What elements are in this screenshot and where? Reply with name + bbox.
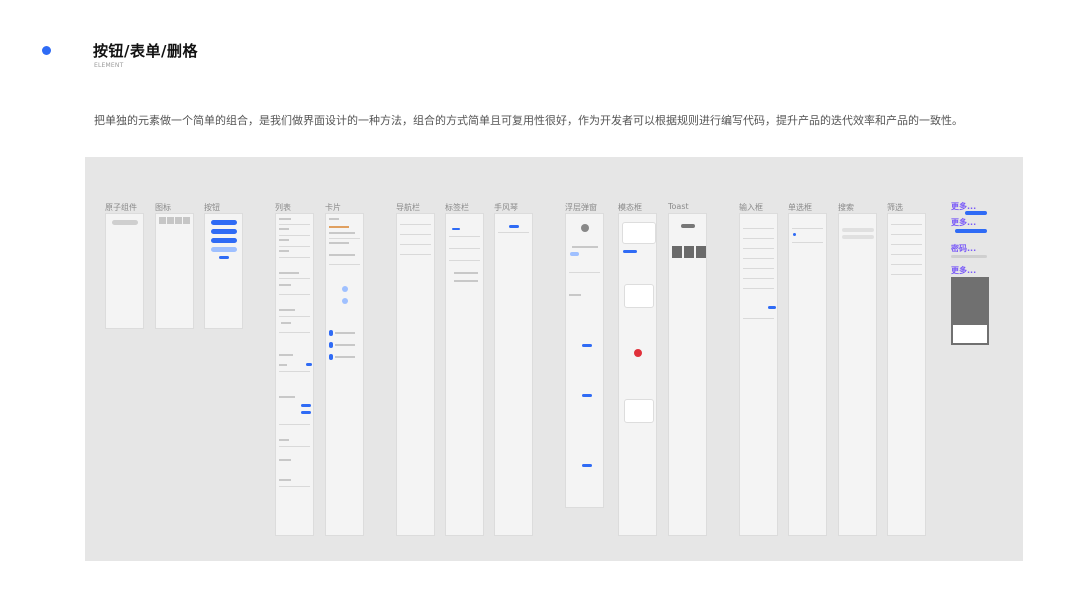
extra-password[interactable]: 密码...: [951, 243, 976, 254]
column-label-buttons: 按钮: [204, 203, 220, 212]
list-panel: [275, 213, 314, 536]
column-label-search: 搜索: [838, 203, 854, 212]
component-board: 原子组件 图标 按钮 列表 卡片 导航栏 标签栏 手风琴 浮层弹窗 模态框 To…: [85, 157, 1023, 561]
tabbar-panel: [445, 213, 484, 536]
modal-panel: [618, 213, 657, 536]
accent-dot: [42, 46, 51, 55]
column-label-input: 输入框: [739, 203, 763, 212]
search-panel: [838, 213, 877, 536]
navbar-panel: [396, 213, 435, 536]
column-label-cards: 卡片: [325, 203, 341, 212]
popover-panel: [565, 213, 604, 508]
radio-panel: [788, 213, 827, 536]
icons-panel: [155, 213, 194, 329]
page-title: 按钮/表单/删格: [93, 42, 198, 60]
column-label-popover: 浮层弹窗: [565, 203, 597, 212]
accordion-panel: [494, 213, 533, 536]
column-label-toast: Toast: [668, 202, 689, 211]
extra-more-2[interactable]: 更多...: [951, 217, 976, 228]
toast-panel: [668, 213, 707, 536]
input-panel: [739, 213, 778, 536]
atomic-panel: [105, 213, 144, 329]
extra-overlay-preview: [951, 277, 989, 345]
column-label-filter: 筛选: [887, 203, 903, 212]
extra-more-3[interactable]: 更多...: [951, 265, 976, 276]
cards-panel: [325, 213, 364, 536]
page-description: 把单独的元素做一个简单的组合，是我们做界面设计的一种方法，组合的方式简单且可复用…: [94, 114, 963, 127]
column-label-icons: 图标: [155, 203, 171, 212]
column-label-atomic: 原子组件: [105, 203, 137, 212]
filter-panel: [887, 213, 926, 536]
buttons-panel: [204, 213, 243, 329]
column-label-radio: 单选框: [788, 203, 812, 212]
column-label-tabbar: 标签栏: [445, 203, 469, 212]
column-label-navbar: 导航栏: [396, 203, 420, 212]
column-label-accordion: 手风琴: [494, 203, 518, 212]
column-label-modal: 模态框: [618, 203, 642, 212]
column-label-list: 列表: [275, 203, 291, 212]
page-subtitle: ELEMENT: [94, 62, 124, 69]
